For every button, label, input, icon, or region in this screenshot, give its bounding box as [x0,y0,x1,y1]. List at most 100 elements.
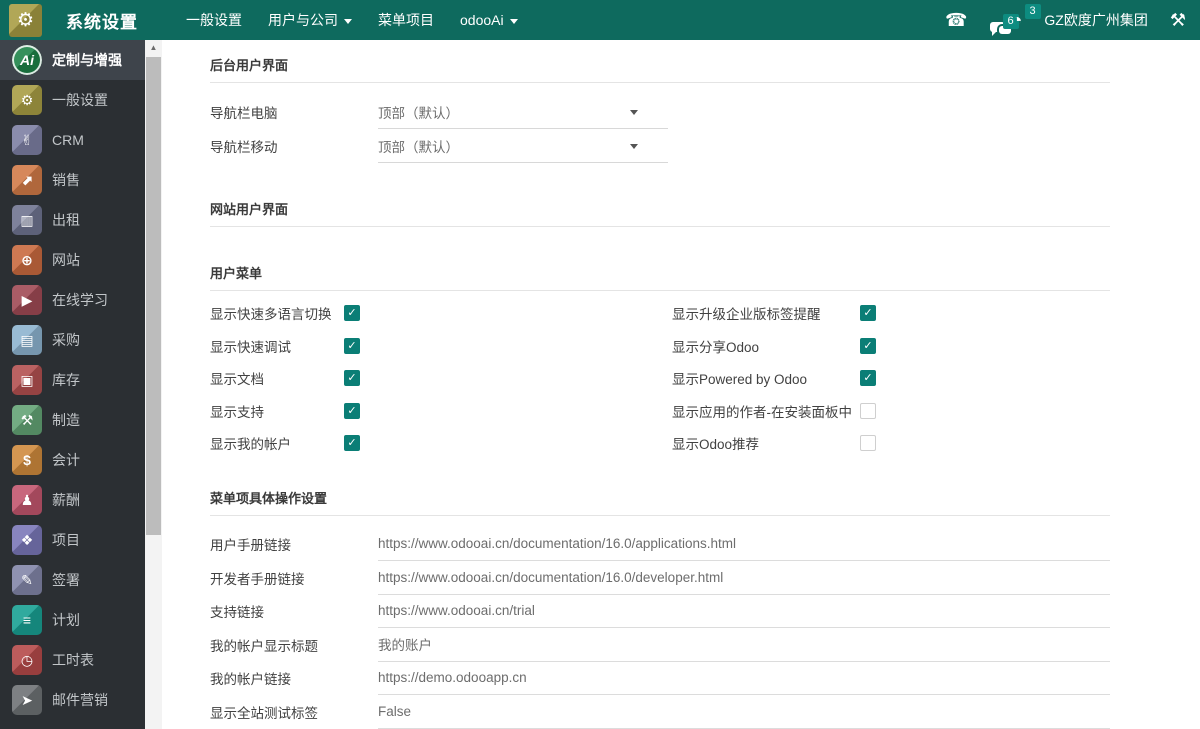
field-label: 导航栏移动 [210,136,378,156]
activities-button[interactable]: ◔ 3 [1012,10,1023,30]
sidebar-item-manufacturing[interactable]: ⚒ 制造 [0,400,145,440]
section-title-menu-ops: 菜单项具体操作设置 [210,488,1200,507]
checkbox-quick-language[interactable]: ✓ [344,305,360,321]
sidebar-item-sales[interactable]: ⬈ 销售 [0,160,145,200]
sidebar-item-sign[interactable]: ✎ 签署 [0,560,145,600]
nav-users-companies[interactable]: 用户与公司 [268,10,352,30]
checkbox-label: 显示支持 [210,401,344,421]
my-account-title-input[interactable]: 我的账户 [378,628,1110,662]
support-link-input[interactable]: https://www.odooai.cn/trial [378,595,1110,629]
card-icon: ▤ [12,325,42,355]
sidebar-item-label: 薪酬 [52,490,80,510]
sidebar-item-website[interactable]: ⊕ 网站 [0,240,145,280]
navbar-desktop-select[interactable]: 顶部（默认） [378,95,668,129]
option-row: 显示支持 ✓ [210,395,672,428]
wrench-icon: ⚒ [12,405,42,435]
sidebar-item-label: 会计 [52,450,80,470]
checkbox-quick-debug[interactable]: ✓ [344,338,360,354]
scroll-up-button[interactable] [145,40,162,56]
sidebar-item-email-marketing[interactable]: ➤ 邮件营销 [0,680,145,720]
sidebar-item-customize-enhance[interactable]: Ai 定制与增强 [0,40,145,80]
checkbox-label: 显示文档 [210,368,344,388]
section-title-user-menu: 用户菜单 [210,263,1200,282]
option-row: 显示分享Odoo ✓ [672,330,1110,363]
plan-list-icon: ≡ [12,605,42,635]
sidebar-item-purchase[interactable]: ▤ 采购 [0,320,145,360]
user-manual-link-input[interactable]: https://www.odooai.cn/documentation/16.0… [378,528,1110,562]
my-account-link-input[interactable]: https://demo.odooapp.cn [378,662,1110,696]
sidebar-item-label: 出租 [52,210,80,230]
pen-sign-icon: ✎ [12,565,42,595]
sidebar-item-general-settings[interactable]: ⚙ 一般设置 [0,80,145,120]
option-row: 显示Odoo推荐 [672,427,1110,460]
developer-manual-link-input[interactable]: https://www.odooai.cn/documentation/16.0… [378,561,1110,595]
nav-odooai[interactable]: odooAi [460,12,518,28]
sidebar-item-label: 在线学习 [52,290,108,310]
sidebar-item-inventory[interactable]: ▣ 库存 [0,360,145,400]
app-title[interactable]: 系统设置 [66,8,138,33]
settings-app-icon[interactable]: ⚙ [9,4,42,37]
content-scrollbar[interactable] [145,40,162,729]
sidebar-item-payroll[interactable]: ♟ 薪酬 [0,480,145,520]
sidebar-item-rental[interactable]: ▥ 出租 [0,200,145,240]
sidebar-item-timesheet[interactable]: ◷ 工时表 [0,640,145,680]
sidebar-item-label: 制造 [52,410,80,430]
checkbox-upgrade-reminder[interactable]: ✓ [860,305,876,321]
user-company-menu[interactable]: GZ欧度广州集团 [1044,10,1147,30]
checkbox-powered-by-odoo[interactable]: ✓ [860,370,876,386]
sidebar-item-label: 库存 [52,370,80,390]
field-label: 支持链接 [210,601,378,621]
phone-icon[interactable]: ☎ [945,10,967,30]
activity-clock-icon: ◔ [1012,10,1023,30]
globe-icon: ⊕ [12,245,42,275]
option-row: 显示文档 ✓ [210,362,672,395]
test-label-input[interactable]: False [378,695,1110,729]
puzzle-icon: ❖ [12,525,42,555]
select-value: 顶部（默认） [378,102,459,122]
sidebar-item-elearning[interactable]: ▶ 在线学习 [0,280,145,320]
sidebar-item-label: 网站 [52,250,80,270]
field-label: 我的帐户链接 [210,668,378,688]
sidebar-item-label: 签署 [52,570,80,590]
paper-plane-icon: ➤ [12,685,42,715]
nav-label: 用户与公司 [268,10,338,30]
sidebar-item-project[interactable]: ❖ 项目 [0,520,145,560]
field-my-account-title: 我的帐户显示标题 我的账户 [210,628,1110,662]
checkbox-label: 显示分享Odoo [672,336,860,356]
option-row: 显示快速调试 ✓ [210,330,672,363]
field-navbar-desktop: 导航栏电脑 顶部（默认） [210,95,1110,129]
top-navbar: ⚙ 系统设置 一般设置 用户与公司 菜单项目 odooAi ☎ 6 ◔ 3 G [0,0,1200,40]
field-label: 我的帐户显示标题 [210,635,378,655]
field-user-manual-link: 用户手册链接 https://www.odooai.cn/documentati… [210,528,1110,562]
checkbox-odoo-referral[interactable] [860,435,876,451]
checkbox-label: 显示我的帐户 [210,433,344,453]
field-developer-manual-link: 开发者手册链接 https://www.odooai.cn/documentat… [210,561,1110,595]
nav-general-settings[interactable]: 一般设置 [186,10,242,30]
field-navbar-mobile: 导航栏移动 顶部（默认） [210,129,1110,163]
checkbox-share-odoo[interactable]: ✓ [860,338,876,354]
nav-label: odooAi [460,12,504,28]
checkbox-label: 显示Odoo推荐 [672,433,860,453]
navbar-mobile-select[interactable]: 顶部（默认） [378,129,668,163]
sidebar-item-accounting[interactable]: $ 会计 [0,440,145,480]
checkbox-show-my-account[interactable]: ✓ [344,435,360,451]
checkbox-show-docs[interactable]: ✓ [344,370,360,386]
checkbox-show-support[interactable]: ✓ [344,403,360,419]
gear-icon: ⚙ [12,85,42,115]
sidebar-item-planning[interactable]: ≡ 计划 [0,600,145,640]
nav-menu-items[interactable]: 菜单项目 [378,10,434,30]
activities-count-badge: 3 [1025,4,1041,19]
select-value: 顶部（默认） [378,136,459,156]
stopwatch-icon: ◷ [12,645,42,675]
section-title-website-ui: 网站用户界面 [210,199,1200,218]
field-label: 用户手册链接 [210,534,378,554]
chevron-down-icon [630,144,638,149]
checkbox-label: 显示应用的作者-在安装面板中 [672,401,860,421]
scrollbar-thumb[interactable] [146,57,161,535]
field-label: 显示全站测试标签 [210,702,378,722]
gear-icon: ⚙ [17,9,34,32]
sidebar-item-crm[interactable]: ✌ CRM [0,120,145,160]
sidebar-item-label: 采购 [52,330,80,350]
checkbox-show-app-author[interactable] [860,403,876,419]
developer-tools-icon[interactable]: ⚒ [1170,10,1186,30]
